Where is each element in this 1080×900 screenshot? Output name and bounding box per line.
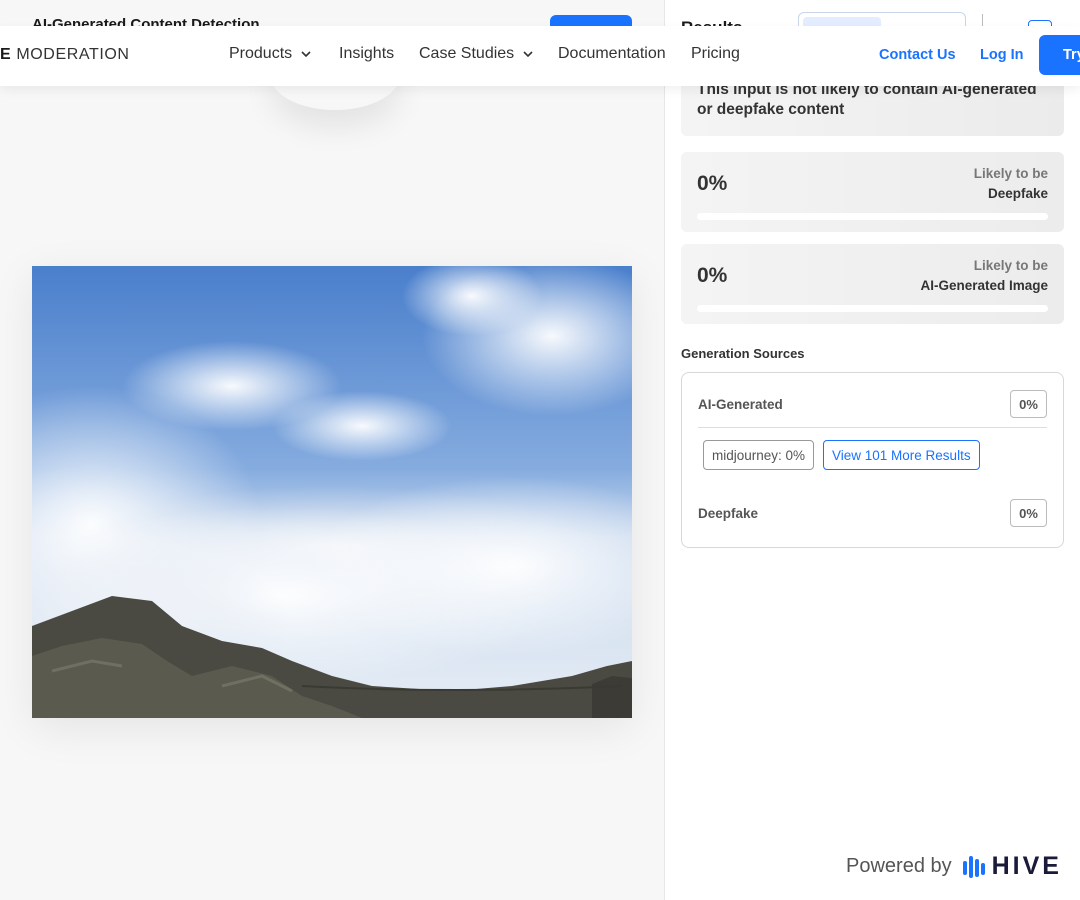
generation-sources-title: Generation Sources <box>681 346 805 361</box>
nav-documentation[interactable]: Documentation <box>558 45 666 63</box>
chevron-down-icon <box>301 51 311 58</box>
brand-name: MODERATION <box>16 46 130 63</box>
nav-case-studies[interactable]: Case Studies <box>419 45 534 63</box>
nav-documentation-label: Documentation <box>558 45 666 62</box>
deepfake-percent: 0% <box>1010 499 1047 527</box>
brand-logo[interactable]: E MODERATION <box>0 46 130 64</box>
nav-pricing[interactable]: Pricing <box>691 45 740 63</box>
upload-pane: AI-Generated Content Detection <box>0 0 664 900</box>
hive-logo-icon: HIVE <box>962 852 1062 881</box>
deepfake-label: Deepfake <box>698 506 759 521</box>
score-likely-label: Likely to be <box>973 166 1048 181</box>
mountain-cloud-photo <box>32 266 632 718</box>
ai-generated-percent: 0% <box>1010 390 1047 418</box>
uploaded-image[interactable] <box>32 266 632 718</box>
score-progress-bar <box>697 213 1048 220</box>
divider <box>698 427 1047 428</box>
top-navigation: E MODERATION Products Insights Case Stud… <box>0 26 1080 86</box>
ai-generated-label: AI-Generated <box>698 397 783 412</box>
nav-insights-label: Insights <box>339 45 395 62</box>
hive-logo-word: HIVE <box>991 852 1062 880</box>
hive-logo-mark <box>962 855 985 878</box>
try-button[interactable]: Try <box>1039 35 1080 75</box>
nav-pricing-label: Pricing <box>691 45 740 62</box>
powered-by-label: Powered by <box>846 855 952 877</box>
nav-products[interactable]: Products <box>229 45 312 63</box>
view-more-results-button[interactable]: View 101 More Results <box>823 440 980 470</box>
nav-insights[interactable]: Insights <box>339 45 394 63</box>
generation-sources-box: AI-Generated 0% midjourney: 0% View 101 … <box>681 372 1064 548</box>
contact-us-link[interactable]: Contact Us <box>879 47 956 63</box>
score-card-ai-generated: 0% Likely to be AI-Generated Image <box>681 244 1064 324</box>
score-progress-bar <box>697 305 1048 312</box>
score-percent: 0% <box>697 264 728 287</box>
nav-case-studies-label: Case Studies <box>419 45 515 62</box>
score-likely-label: Likely to be <box>973 258 1048 273</box>
nav-products-label: Products <box>229 45 293 62</box>
log-in-link[interactable]: Log In <box>980 47 1024 63</box>
chevron-down-icon <box>523 51 533 58</box>
source-chip-midjourney: midjourney: 0% <box>703 440 815 470</box>
brand-partial: E <box>0 46 12 63</box>
score-percent: 0% <box>697 172 728 195</box>
powered-by[interactable]: Powered by HIVE <box>846 852 1062 881</box>
score-category: Deepfake <box>987 186 1048 201</box>
score-category: AI-Generated Image <box>920 278 1048 293</box>
score-card-deepfake: 0% Likely to be Deepfake <box>681 152 1064 232</box>
